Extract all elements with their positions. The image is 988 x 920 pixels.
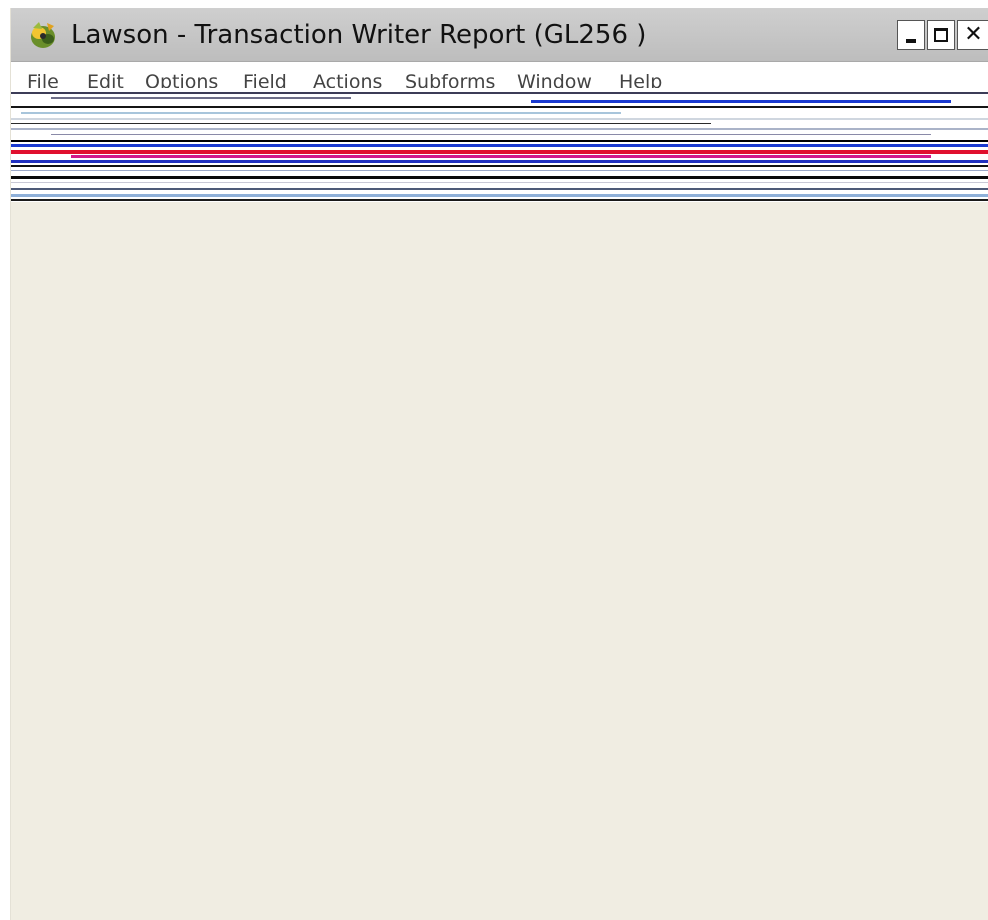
lawson-app-icon <box>31 22 55 48</box>
glitch-band <box>11 182 988 183</box>
glitch-band <box>51 97 351 99</box>
minimize-button[interactable] <box>897 20 925 50</box>
glitch-band <box>11 92 988 94</box>
close-icon: ✕ <box>964 22 983 47</box>
glitch-band <box>71 155 931 158</box>
glitch-band <box>11 150 988 154</box>
window-title: Lawson - Transaction Writer Report (GL25… <box>71 20 647 50</box>
glitch-band <box>21 112 621 114</box>
glitch-band <box>11 160 988 163</box>
glitch-band <box>11 106 988 108</box>
minimize-icon <box>906 39 916 43</box>
glitch-band <box>11 165 988 167</box>
glitch-band <box>11 140 988 142</box>
application-window: Lawson - Transaction Writer Report (GL25… <box>10 8 988 920</box>
glitch-band <box>11 144 988 147</box>
maximize-button[interactable] <box>927 20 955 50</box>
glitch-band <box>11 118 988 120</box>
title-bar[interactable]: Lawson - Transaction Writer Report (GL25… <box>11 8 988 62</box>
glitch-band <box>11 194 988 197</box>
close-button[interactable]: ✕ <box>957 20 988 50</box>
corrupted-toolbar-area <box>11 88 988 202</box>
glitch-band <box>531 100 951 103</box>
glitch-band <box>11 199 988 201</box>
glitch-band <box>11 188 988 190</box>
glitch-band <box>11 123 711 124</box>
glitch-band <box>51 134 931 135</box>
glitch-band <box>11 176 988 179</box>
form-content-area <box>11 202 988 920</box>
maximize-icon <box>934 28 948 42</box>
glitch-band <box>11 128 988 130</box>
glitch-band <box>11 170 988 171</box>
